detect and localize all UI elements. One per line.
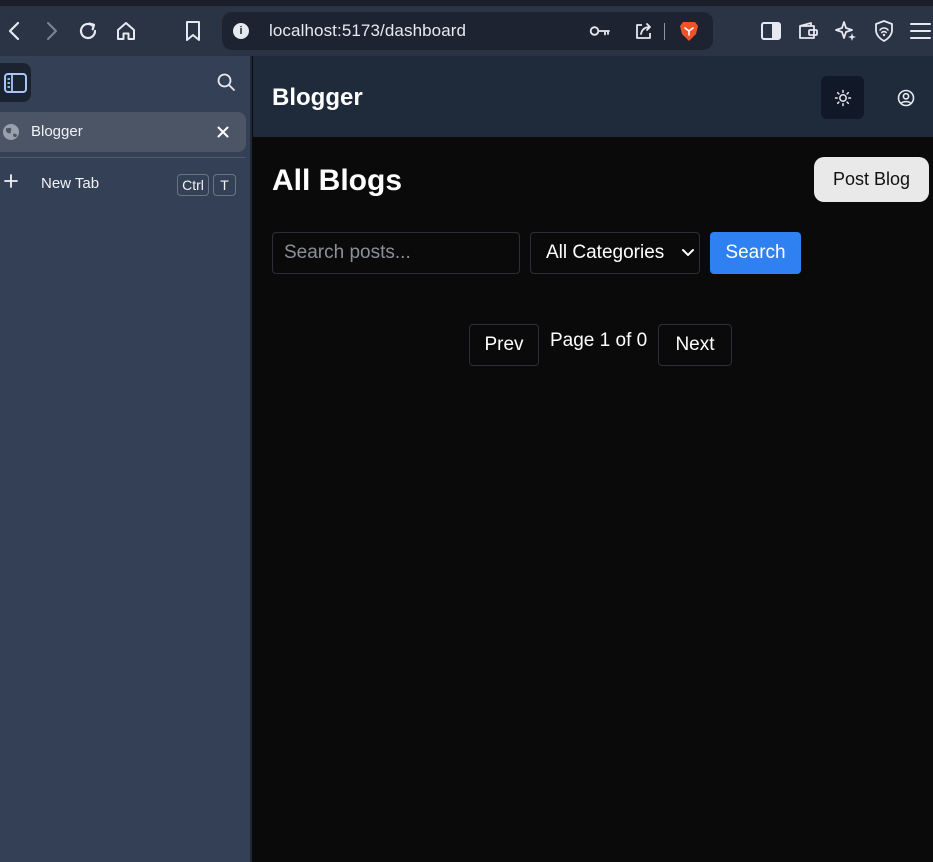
tab-blogger[interactable]: Blogger (0, 112, 246, 152)
shortcut-key-ctrl: Ctrl (177, 174, 209, 196)
url-text[interactable]: localhost:5173/dashboard (269, 21, 466, 41)
brand-title[interactable]: Blogger (272, 84, 363, 112)
search-input[interactable] (272, 232, 520, 274)
site-info-icon[interactable]: i (233, 23, 249, 39)
category-select[interactable]: All Categories (530, 232, 700, 274)
forward-icon[interactable] (36, 6, 66, 56)
sidebar-divider (0, 157, 246, 158)
brave-shields-icon[interactable] (675, 12, 703, 50)
address-bar[interactable]: i localhost:5173/dashboard (222, 12, 713, 50)
browser-toolbar: i localhost:5173/dashboard (0, 6, 933, 56)
menu-icon[interactable] (905, 6, 933, 56)
post-blog-button[interactable]: Post Blog (814, 157, 929, 202)
vpn-icon[interactable] (869, 6, 899, 56)
app-header: Blogger (253, 56, 933, 137)
home-icon[interactable] (111, 6, 141, 56)
sun-icon (834, 89, 851, 106)
next-page-button[interactable]: Next (658, 324, 732, 366)
plus-icon (3, 172, 21, 192)
chevron-down-icon (682, 249, 694, 256)
leo-ai-icon[interactable] (831, 6, 861, 56)
user-circle-icon (897, 89, 915, 107)
page-indicator: Page 1 of 0 (550, 330, 648, 351)
vertical-tabs-sidebar: Blogger New Tab Ctrl T (0, 56, 252, 862)
shortcut-key-t: T (213, 174, 236, 196)
search-button[interactable]: Search (710, 232, 801, 274)
key-icon[interactable] (586, 12, 614, 50)
back-icon[interactable] (0, 6, 30, 56)
new-tab-label: New Tab (41, 175, 100, 192)
user-profile-button[interactable] (894, 86, 918, 110)
address-bar-divider (664, 23, 665, 40)
sidebar-toggle-icon[interactable] (756, 6, 786, 56)
globe-icon (2, 123, 20, 141)
screen: i localhost:5173/dashboard Blogger New T… (0, 0, 933, 862)
tab-search-icon[interactable] (214, 70, 238, 94)
prev-page-button[interactable]: Prev (469, 324, 539, 366)
reload-icon[interactable] (73, 6, 103, 56)
bookmark-icon[interactable] (178, 6, 208, 56)
tab-close-icon[interactable] (213, 122, 233, 142)
app-viewport: Blogger All Blogs Post Blog All Categori… (253, 56, 933, 862)
share-icon[interactable] (630, 12, 658, 50)
new-tab-button[interactable]: New Tab Ctrl T (0, 168, 246, 198)
category-select-value: All Categories (546, 242, 665, 263)
sidebar-panel-icon[interactable] (0, 63, 31, 102)
wallet-icon[interactable] (793, 6, 823, 56)
theme-toggle-button[interactable] (821, 76, 864, 119)
tab-title: Blogger (31, 123, 83, 140)
page-title: All Blogs (272, 164, 403, 197)
